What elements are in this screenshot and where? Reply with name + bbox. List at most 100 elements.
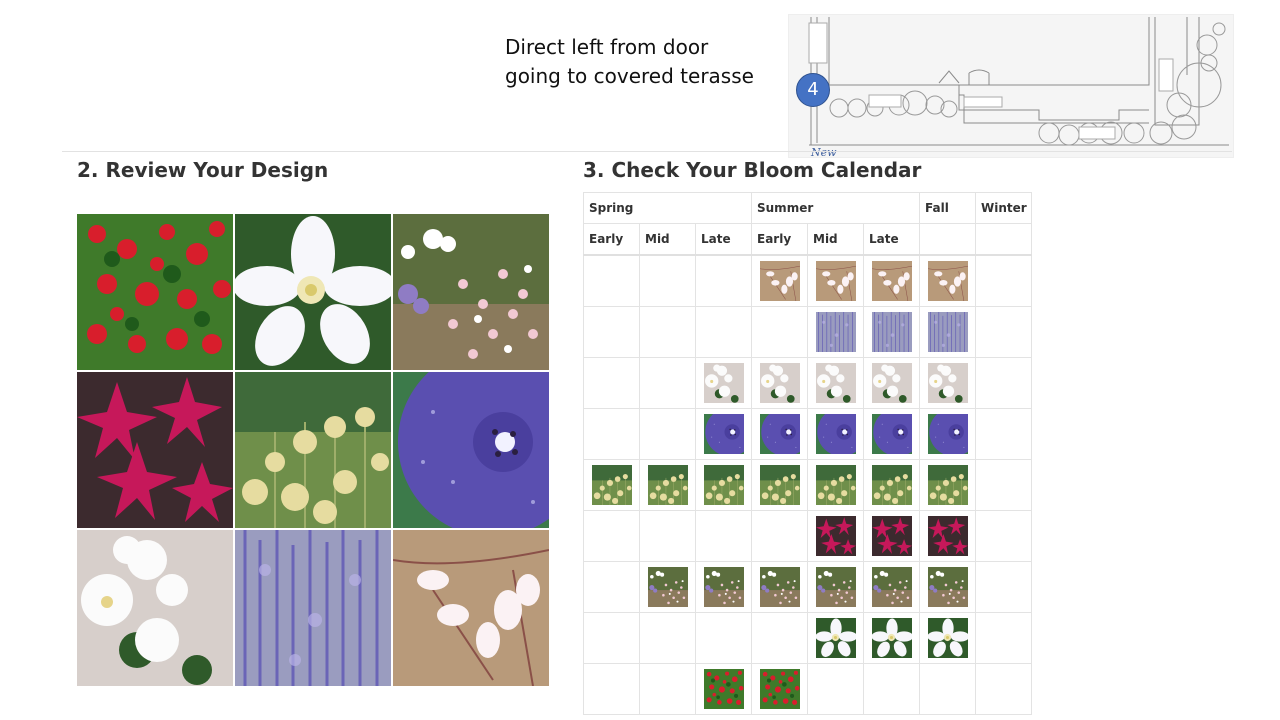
calendar-row-white-roses xyxy=(583,357,1032,409)
calendar-cell xyxy=(919,306,976,358)
photo-red-rose xyxy=(77,214,233,370)
bloom-thumbnail-pink-white-daisies xyxy=(871,567,912,607)
calendar-cell xyxy=(583,663,640,715)
bloom-thumbnail-blue-geranium xyxy=(927,414,968,454)
bloom-thumbnail-pink-white-daisies xyxy=(927,567,968,607)
plan-caption: Direct left from door going to covered t… xyxy=(505,33,754,91)
calendar-cell xyxy=(639,510,696,562)
calendar-cell xyxy=(639,357,696,409)
calendar-cell xyxy=(975,408,1032,460)
calendar-cell xyxy=(807,561,864,613)
photo-pink-gaura xyxy=(393,530,549,686)
calendar-cell xyxy=(583,306,640,358)
photo-blue-geranium xyxy=(393,372,549,528)
calendar-cell xyxy=(695,561,752,613)
calendar-cell xyxy=(807,306,864,358)
bloom-thumbnail-yellow-buttons xyxy=(815,465,856,505)
bloom-thumbnail-pink-gaura xyxy=(871,261,912,301)
section-divider xyxy=(62,151,1232,152)
bloom-thumbnail-yellow-buttons xyxy=(927,465,968,505)
calendar-cell xyxy=(919,510,976,562)
calendar-cell xyxy=(639,306,696,358)
calendar-cell xyxy=(975,663,1032,715)
bloom-calendar-heading: 3. Check Your Bloom Calendar xyxy=(583,158,922,182)
calendar-cell xyxy=(751,510,808,562)
bloom-thumbnail-blue-geranium xyxy=(703,414,744,454)
review-design-heading: 2. Review Your Design xyxy=(77,158,329,182)
subperiod-summer-late: Late xyxy=(863,223,920,256)
bloom-thumbnail-yellow-buttons xyxy=(703,465,744,505)
calendar-cell xyxy=(583,357,640,409)
calendar-cell xyxy=(863,459,920,511)
calendar-cell xyxy=(751,612,808,664)
bloom-thumbnail-blue-geranium xyxy=(759,414,800,454)
calendar-cell xyxy=(751,408,808,460)
calendar-cell xyxy=(639,612,696,664)
calendar-cell xyxy=(751,663,808,715)
season-winter: Winter xyxy=(975,192,1032,224)
subperiod-summer-early: Early xyxy=(751,223,808,256)
calendar-cell xyxy=(919,459,976,511)
calendar-cell xyxy=(583,612,640,664)
bloom-thumbnail-pink-gaura xyxy=(759,261,800,301)
bloom-thumbnail-white-clematis xyxy=(871,618,912,658)
calendar-cell xyxy=(975,510,1032,562)
calendar-cell xyxy=(695,306,752,358)
calendar-cell xyxy=(639,561,696,613)
calendar-cell xyxy=(919,408,976,460)
calendar-cell xyxy=(975,357,1032,409)
bloom-thumbnail-lavender-perovskia xyxy=(927,312,968,352)
calendar-cell xyxy=(639,254,696,307)
bloom-thumbnail-white-roses xyxy=(815,363,856,403)
calendar-cell xyxy=(807,510,864,562)
subperiod-summer-mid: Mid xyxy=(807,223,864,256)
bloom-thumbnail-magenta-clematis xyxy=(815,516,856,556)
calendar-cell xyxy=(695,459,752,511)
calendar-cell xyxy=(975,254,1032,307)
calendar-cell xyxy=(807,663,864,715)
calendar-cell xyxy=(639,663,696,715)
calendar-cell xyxy=(583,408,640,460)
calendar-cell xyxy=(639,408,696,460)
calendar-row-yellow-buttons xyxy=(583,459,1032,511)
calendar-cell xyxy=(975,306,1032,358)
calendar-cell xyxy=(807,612,864,664)
subperiod-spring-late: Late xyxy=(695,223,752,256)
calendar-cell xyxy=(695,612,752,664)
subperiod-header-row: Early Mid Late Early Mid Late xyxy=(583,223,1032,256)
bloom-thumbnail-blue-geranium xyxy=(815,414,856,454)
calendar-cell xyxy=(751,561,808,613)
bloom-thumbnail-white-roses xyxy=(759,363,800,403)
bloom-thumbnail-yellow-buttons xyxy=(647,465,688,505)
bloom-thumbnail-blue-geranium xyxy=(871,414,912,454)
calendar-cell xyxy=(863,663,920,715)
bloom-thumbnail-white-roses xyxy=(703,363,744,403)
calendar-cell xyxy=(863,357,920,409)
calendar-cell xyxy=(919,663,976,715)
bloom-thumbnail-pink-white-daisies xyxy=(759,567,800,607)
season-summer: Summer xyxy=(751,192,920,224)
calendar-cell xyxy=(751,254,808,307)
calendar-cell xyxy=(695,663,752,715)
subperiod-spring-mid: Mid xyxy=(639,223,696,256)
calendar-row-blue-geranium xyxy=(583,408,1032,460)
season-fall: Fall xyxy=(919,192,976,224)
calendar-cell xyxy=(751,306,808,358)
calendar-cell xyxy=(695,510,752,562)
bloom-thumbnail-red-rose xyxy=(703,669,744,709)
bloom-thumbnail-lavender-perovskia xyxy=(871,312,912,352)
calendar-row-lavender-perovskia xyxy=(583,306,1032,358)
bloom-thumbnail-lavender-perovskia xyxy=(815,312,856,352)
calendar-cell xyxy=(863,510,920,562)
caption-line-2: going to covered terasse xyxy=(505,64,754,88)
bloom-thumbnail-white-roses xyxy=(871,363,912,403)
bloom-thumbnail-pink-white-daisies xyxy=(815,567,856,607)
bloom-thumbnail-magenta-clematis xyxy=(927,516,968,556)
calendar-cell xyxy=(751,459,808,511)
photo-magenta-clematis xyxy=(77,372,233,528)
photo-white-roses xyxy=(77,530,233,686)
calendar-cell xyxy=(583,510,640,562)
calendar-cell xyxy=(695,357,752,409)
bloom-thumbnail-magenta-clematis xyxy=(871,516,912,556)
calendar-cell xyxy=(863,408,920,460)
